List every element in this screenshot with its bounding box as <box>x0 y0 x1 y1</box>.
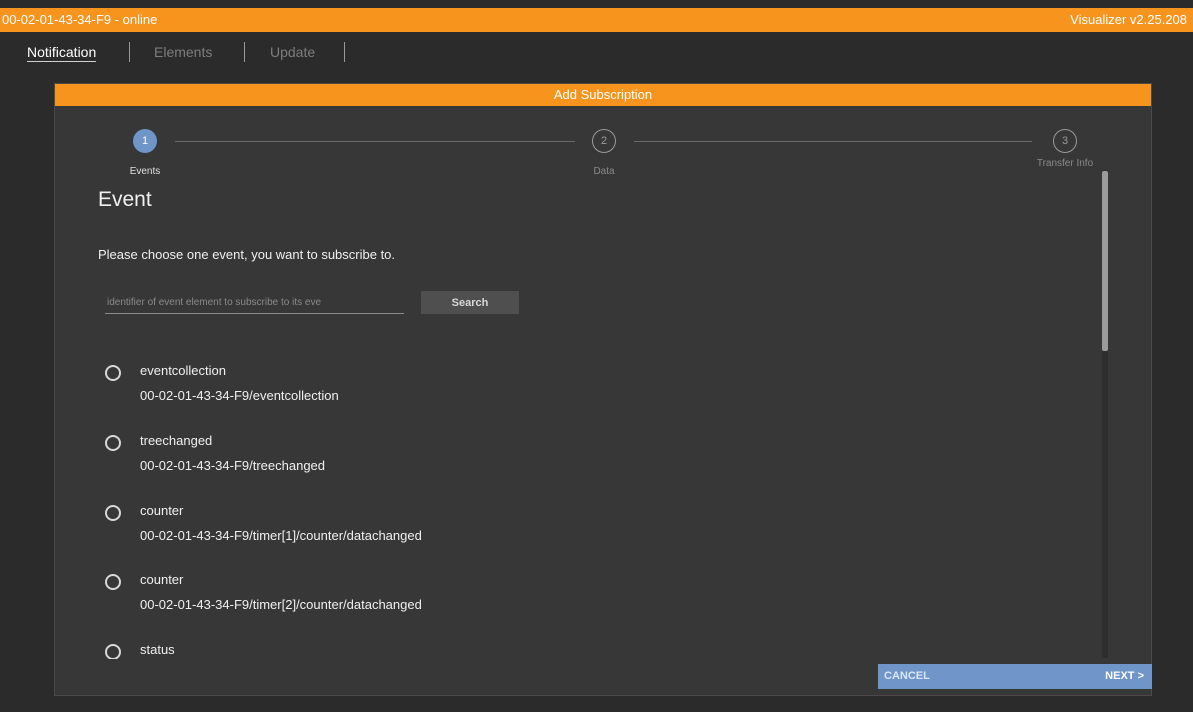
event-name: counter <box>140 572 184 587</box>
step-1-label: Events <box>129 166 161 177</box>
search-button[interactable]: Search <box>421 291 519 314</box>
dialog-title: Add Subscription <box>55 84 1151 106</box>
radio-unchecked-icon[interactable] <box>105 435 121 451</box>
list-item[interactable]: counter 00-02-01-43-34-F9/timer[2]/count… <box>105 570 805 630</box>
step-1-indicator: 1 <box>133 129 157 153</box>
tab-divider <box>344 42 345 62</box>
step-connector <box>175 141 575 142</box>
tab-divider <box>129 42 130 62</box>
tab-bar: Notification Elements Update <box>0 34 1193 74</box>
step-3-label: Transfer Info <box>1036 158 1094 169</box>
instruction-text: Please choose one event, you want to sub… <box>98 247 396 262</box>
list-item[interactable]: treechanged 00-02-01-43-34-F9/treechange… <box>105 431 805 491</box>
event-path: 00-02-01-43-34-F9/eventcollection <box>140 388 339 403</box>
event-name: eventcollection <box>140 363 226 378</box>
section-title: Event <box>98 188 152 211</box>
step-2-label: Data <box>593 166 615 177</box>
cancel-button[interactable]: CANCEL <box>884 664 930 689</box>
add-subscription-dialog: Add Subscription 1 2 3 Events Data Trans… <box>54 83 1152 696</box>
device-status: 00-02-01-43-34-F9 - online <box>2 12 158 27</box>
list-item[interactable]: status <box>105 640 805 659</box>
scrollbar-thumb[interactable] <box>1102 171 1108 351</box>
radio-unchecked-icon[interactable] <box>105 365 121 381</box>
list-item[interactable]: eventcollection 00-02-01-43-34-F9/eventc… <box>105 361 805 421</box>
tab-update[interactable]: Update <box>270 44 315 60</box>
radio-unchecked-icon[interactable] <box>105 644 121 659</box>
tab-elements[interactable]: Elements <box>154 44 212 60</box>
step-3-indicator: 3 <box>1053 129 1077 153</box>
radio-unchecked-icon[interactable] <box>105 574 121 590</box>
dialog-footer: CANCEL NEXT > <box>878 664 1152 689</box>
event-path: 00-02-01-43-34-F9/treechanged <box>140 458 326 473</box>
event-name: status <box>140 642 175 657</box>
tab-divider <box>244 42 245 62</box>
list-item[interactable]: counter 00-02-01-43-34-F9/timer[1]/count… <box>105 501 805 561</box>
app-version: Visualizer v2.25.208 <box>1070 12 1187 27</box>
step-connector <box>634 141 1032 142</box>
title-bar: 00-02-01-43-34-F9 - online Visualizer v2… <box>0 8 1193 32</box>
step-2-indicator: 2 <box>592 129 616 153</box>
event-path: 00-02-01-43-34-F9/timer[2]/counter/datac… <box>140 597 422 612</box>
tab-notification[interactable]: Notification <box>27 44 97 62</box>
next-button[interactable]: NEXT > <box>1105 664 1144 689</box>
event-search-input[interactable] <box>105 291 404 314</box>
event-path: 00-02-01-43-34-F9/timer[1]/counter/datac… <box>140 528 422 543</box>
event-name: counter <box>140 503 184 518</box>
radio-unchecked-icon[interactable] <box>105 505 121 521</box>
event-name: treechanged <box>140 433 213 448</box>
